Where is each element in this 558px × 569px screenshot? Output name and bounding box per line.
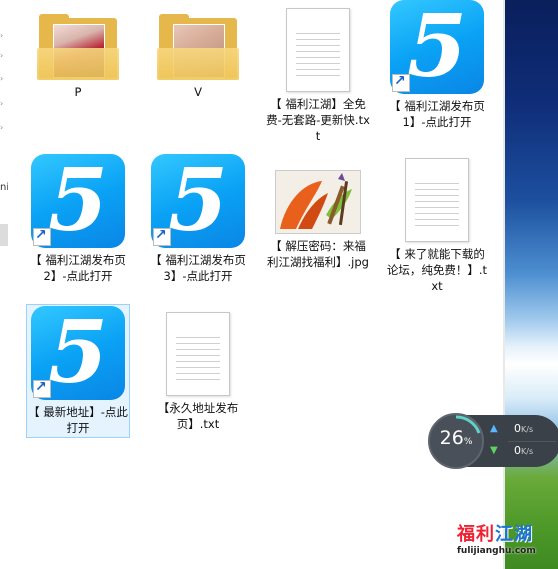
text-document-icon	[405, 158, 469, 242]
app-5-icon: 5 ↗	[31, 306, 125, 400]
download-arrow-icon: ▼	[490, 445, 498, 456]
file-name: 【 福利江湖发布页1】-点此打开	[389, 99, 485, 129]
file-name: P	[74, 85, 82, 99]
file-name: 【 解压密码：来福利江湖找福利】.jpg	[267, 239, 369, 269]
folder-item-v[interactable]: V	[146, 6, 250, 100]
upload-arrow-icon: ▲	[490, 423, 498, 434]
file-name: 【 福利江湖】全免费-无套路-更新快.txt	[266, 97, 370, 143]
shortcut-item[interactable]: 5 ↗ 【 福利江湖发布页3】-点此打开	[146, 154, 250, 284]
chevron-right-icon[interactable]: ›	[0, 100, 3, 108]
file-list-pane: P V 【 福利江湖】全免费-无套路-更新快.txt 5 ↗ 【 福利江湖发布页…	[8, 0, 503, 569]
desktop-wallpaper	[505, 0, 558, 569]
app-5-icon: 5 ↗	[390, 0, 484, 94]
file-name: 【 福利江湖发布页3】-点此打开	[150, 253, 246, 283]
file-name: 【永久地址发布页】.txt	[157, 401, 239, 431]
shortcut-item[interactable]: 5 ↗ 【 福利江湖发布页2】-点此打开	[26, 154, 130, 284]
usage-percent: 26%	[439, 427, 473, 449]
file-item-jpg[interactable]: 【 解压密码：来福利江湖找福利】.jpg	[266, 154, 370, 270]
watermark-logo: 福利江湖 fulijianghu.com	[457, 524, 536, 556]
chevron-right-icon[interactable]: ›	[0, 75, 3, 83]
file-item-txt[interactable]: 【永久地址发布页】.txt	[146, 308, 250, 432]
upload-rate: 0K/s	[514, 422, 534, 435]
nav-selected-row[interactable]	[0, 224, 8, 246]
file-item-txt[interactable]: 【 来了就能下载的论坛，纯免费！】.txt	[385, 154, 489, 294]
download-rate: 0K/s	[514, 444, 534, 457]
navigation-pane-edge: › › › › › ni	[0, 0, 9, 569]
shortcut-arrow-icon: ↗	[392, 73, 410, 92]
network-speed-widget[interactable]: 26% ▲ ▼ 0K/s 0K/s	[428, 413, 558, 469]
shortcut-item[interactable]: 5 ↗ 【 福利江湖发布页1】-点此打开	[385, 0, 489, 130]
folder-icon	[157, 14, 239, 80]
chevron-right-icon[interactable]: ›	[0, 32, 3, 40]
chevron-right-icon[interactable]: ›	[0, 52, 3, 60]
paint-brush-image-icon	[276, 171, 360, 233]
image-thumbnail	[275, 170, 361, 234]
file-name: 【 来了就能下载的论坛，纯免费！】.txt	[386, 247, 488, 293]
app-5-icon: 5 ↗	[31, 154, 125, 248]
app-5-icon: 5 ↗	[151, 154, 245, 248]
chevron-right-icon[interactable]: ›	[0, 124, 3, 132]
text-document-icon	[286, 8, 350, 92]
file-name: 【 福利江湖发布页2】-点此打开	[30, 253, 126, 283]
text-document-icon	[166, 312, 230, 396]
folder-item-p[interactable]: P	[26, 6, 130, 100]
shortcut-arrow-icon: ↗	[153, 227, 171, 246]
shortcut-arrow-icon: ↗	[33, 227, 51, 246]
shortcut-arrow-icon: ↗	[33, 379, 51, 398]
file-name: 【 最新地址】-点此打开	[28, 405, 128, 435]
file-item-txt[interactable]: 【 福利江湖】全免费-无套路-更新快.txt	[266, 4, 370, 144]
folder-icon	[37, 14, 119, 80]
file-name: V	[194, 85, 202, 99]
shortcut-item-selected[interactable]: 5 ↗ 【 最新地址】-点此打开	[26, 304, 130, 438]
